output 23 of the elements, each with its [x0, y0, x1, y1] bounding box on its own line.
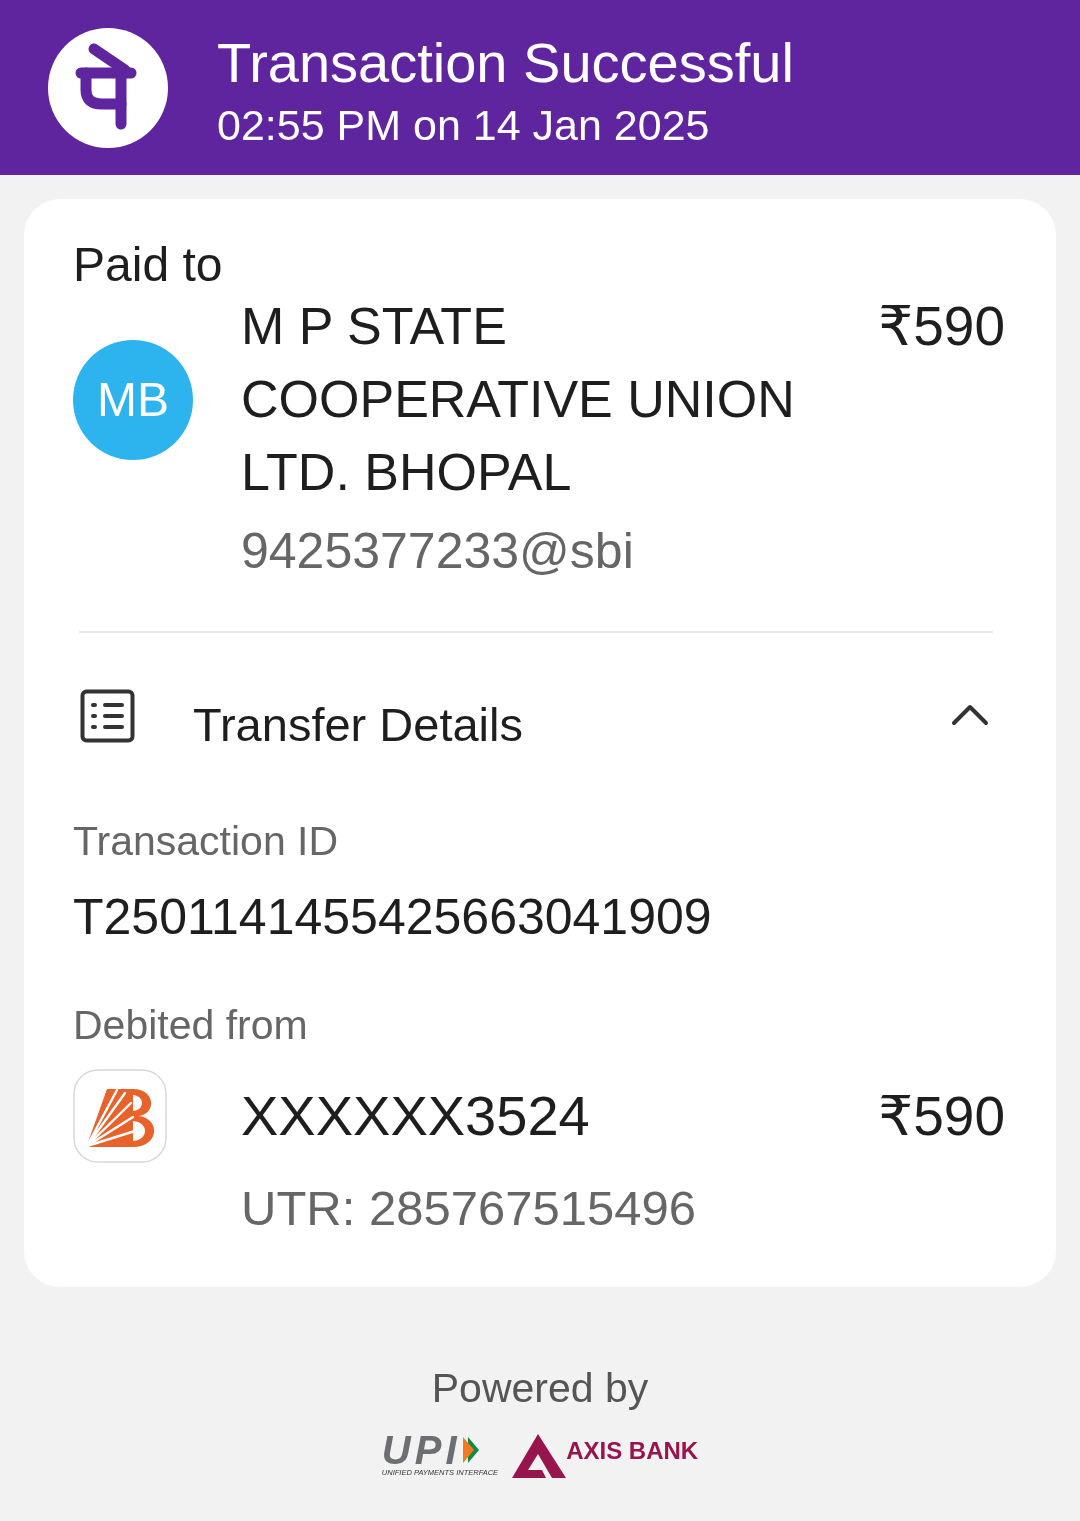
- chevron-button[interactable]: [950, 702, 990, 726]
- section-title: Transfer Details: [193, 698, 523, 752]
- amount: ₹590: [878, 294, 1005, 359]
- account-number: XXXXXX3524: [241, 1086, 591, 1145]
- bank-logo-text: AXIS BANK: [566, 1437, 699, 1465]
- payee-name: M P STATE COOPERATIVE UNION LTD. BHOPAL: [241, 296, 796, 503]
- upi-id: 9425377233@sbi: [241, 522, 635, 581]
- arrow-logo-icon: [462, 1437, 479, 1463]
- utr-number: UTR: 285767515496: [241, 1180, 697, 1237]
- amount: ₹590: [878, 1086, 1005, 1145]
- bank-logo-icon: [512, 1432, 567, 1478]
- header-subtitle: 02:55 PM on 14 Jan 2025: [217, 100, 711, 150]
- header-title: Transaction Successful: [217, 32, 794, 94]
- paid-to-label: Paid to: [73, 240, 224, 290]
- powered-by-text: Powered by: [431, 1364, 649, 1413]
- field-label: Debited from: [73, 1001, 309, 1050]
- upi-logo-text: UPI: [381, 1433, 461, 1467]
- field-label: Transaction ID: [73, 817, 340, 866]
- logo-icon: [48, 27, 168, 148]
- bank-logo-icon: [73, 1068, 167, 1163]
- avatar: MB: [73, 339, 193, 460]
- list-icon: [80, 689, 135, 743]
- transaction-id: T2501141455425663041909: [73, 888, 713, 946]
